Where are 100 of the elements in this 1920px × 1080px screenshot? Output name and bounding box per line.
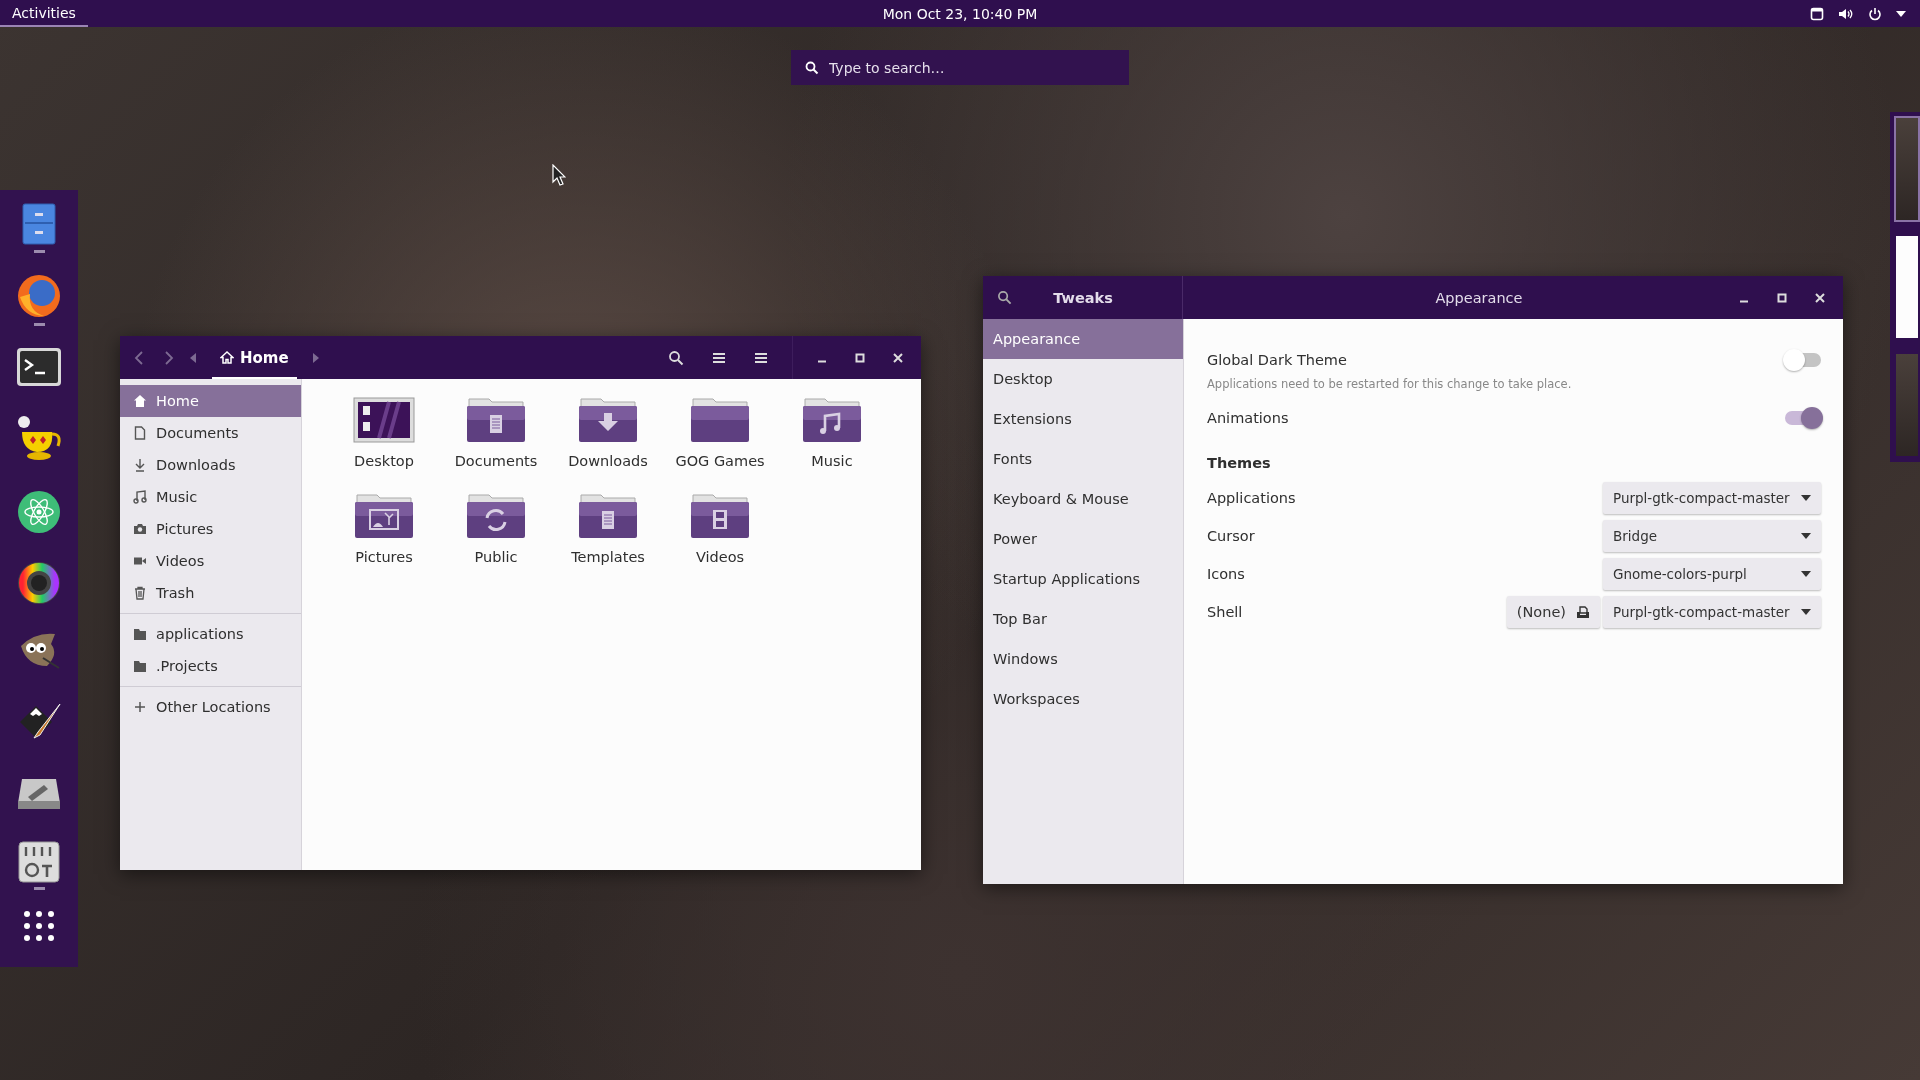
category-item[interactable]: Power [983,519,1183,559]
caret-icon [1801,609,1811,615]
workspace-thumbnail[interactable] [1894,116,1920,222]
folder-label: Public [474,549,518,565]
category-item[interactable]: Keyboard & Mouse [983,479,1183,519]
caret-icon [1801,571,1811,577]
folder-label: Downloads [568,453,648,469]
close-icon[interactable] [1815,292,1825,303]
category-item[interactable]: Fonts [983,439,1183,479]
folder-icon [689,491,751,541]
file-icon [1576,605,1590,619]
folder-icon [577,491,639,541]
left-triangle-icon[interactable] [190,352,196,363]
setting-label: Animations [1207,410,1289,426]
right-triangle-icon[interactable] [312,352,319,363]
sidebar-label: Other Locations [156,699,271,715]
hint-text: Applications need to be restarted for this change to take place. [1207,377,1573,391]
sidebar-item[interactable]: Other Locations [120,691,301,723]
maximize-icon[interactable] [1777,292,1787,303]
app-grid-icon[interactable] [23,909,55,942]
search-icon [805,61,819,75]
camera-icon [133,522,147,536]
folder-item[interactable]: Documents [440,395,552,491]
sidebar-item[interactable]: applications [120,618,301,650]
theme-dropdown[interactable]: Gnome-colors-purpl [1603,558,1821,590]
terminal-icon[interactable] [16,346,62,387]
category-item[interactable]: Extensions [983,399,1183,439]
category-item[interactable]: Windows [983,639,1183,679]
sidebar-item[interactable]: Pictures [120,513,301,545]
file-cabinet-icon[interactable] [21,202,57,246]
sidebar-label: Downloads [156,457,236,473]
folder-label: Templates [571,549,645,565]
folder-item[interactable]: Templates [552,491,664,587]
caret-icon[interactable] [1896,10,1906,17]
sidebar-item[interactable]: Home [120,385,301,417]
category-item[interactable]: Startup Applications [983,559,1183,599]
folder-label: Documents [454,453,538,469]
sidebar-label: Music [156,489,198,505]
sidebar-item[interactable]: Documents [120,417,301,449]
folder-item[interactable]: Videos [664,491,776,587]
plus-icon [133,700,147,714]
page-title: Appearance [1434,289,1524,306]
setting-label: Cursor [1207,528,1255,544]
sidebar-item[interactable]: Music [120,481,301,513]
activities-button[interactable]: Activities [0,0,88,27]
theme-dropdown[interactable]: Purpl-gtk-compact-master [1603,596,1821,628]
folder-item[interactable]: GOG Games [664,395,776,491]
maximize-icon[interactable] [855,352,865,363]
search-icon[interactable] [997,290,1012,305]
sidebar-item[interactable]: Trash [120,577,301,609]
music-icon [133,490,147,504]
color-wheel-icon[interactable] [17,560,61,605]
theme-dropdown[interactable]: Bridge [1603,520,1821,552]
mixer-icon[interactable] [18,840,60,883]
power-icon[interactable] [1868,6,1882,21]
document-icon [133,426,147,440]
folder-item[interactable]: Music [776,395,888,491]
setting-label: Shell [1207,604,1243,620]
folder-icon [689,395,751,445]
clear-theme-button[interactable]: (None) [1506,596,1600,628]
workspace-thumbnail[interactable] [1894,234,1920,340]
home-icon [133,394,147,408]
window-icon[interactable] [1810,6,1824,21]
home-icon [220,351,234,364]
volume-icon[interactable] [1838,6,1854,21]
folder-icon [801,395,863,445]
menu-icon[interactable] [754,351,768,364]
folder-item[interactable]: Desktop [328,395,440,491]
folder-label: Desktop [354,453,414,469]
clock[interactable]: Mon Oct 23, 10:40 PM [882,5,1038,22]
sidebar-item[interactable]: Downloads [120,449,301,481]
atom-icon[interactable] [17,489,61,534]
category-item[interactable]: Desktop [983,359,1183,399]
folder-icon [465,491,527,541]
trash-icon [133,586,147,600]
download-icon [133,458,147,472]
category-item[interactable]: Top Bar [983,599,1183,639]
folder-item[interactable]: Public [440,491,552,587]
folder-item[interactable]: Downloads [552,395,664,491]
mouse-pointer-icon [552,164,566,186]
setting-label: Global Dark Theme [1207,352,1347,368]
close-icon[interactable] [893,352,903,363]
sidebar-label: Videos [156,553,205,569]
folder-item[interactable]: Pictures [328,491,440,587]
fox-globe-icon[interactable] [16,273,62,320]
search-field[interactable]: Type to search… [791,50,1129,85]
search-icon[interactable] [668,349,684,366]
folder-icon [133,659,147,673]
section-heading: Themes [1207,455,1272,471]
folder-icon [353,491,415,541]
folder-label: Music [811,453,853,469]
list-view-icon[interactable] [712,351,726,364]
folder-label: Pictures [355,549,413,565]
theme-dropdown[interactable]: Purpl-gtk-compact-master [1603,482,1821,514]
sidebar-item[interactable]: Videos [120,545,301,577]
category-item[interactable]: Appearance [983,319,1183,359]
sidebar-item[interactable]: .Projects [120,650,301,682]
workspace-thumbnail[interactable] [1894,352,1920,458]
category-item[interactable]: Workspaces [983,679,1183,719]
folder-icon [577,395,639,445]
